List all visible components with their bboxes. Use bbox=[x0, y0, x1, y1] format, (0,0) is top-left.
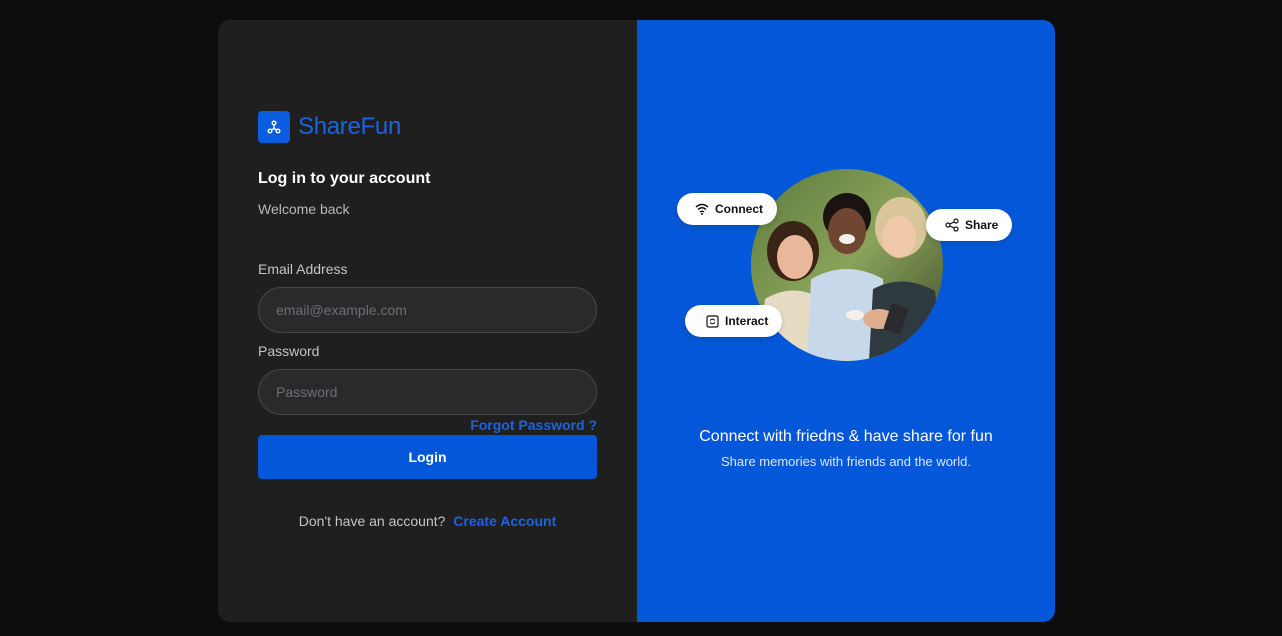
brand: ShareFun bbox=[258, 111, 401, 143]
signup-prompt: Don't have an account? bbox=[298, 513, 446, 529]
connect-label: Connect bbox=[715, 202, 763, 216]
signup-row: Don't have an account? Create Account bbox=[218, 513, 637, 529]
email-field[interactable] bbox=[258, 287, 597, 333]
promo-panel: Connect Share Interact Connect with frie… bbox=[637, 20, 1055, 622]
brand-name: ShareFun bbox=[298, 113, 401, 140]
promo-subtitle: Share memories with friends and the worl… bbox=[720, 454, 971, 469]
email-label: Email Address bbox=[258, 261, 348, 277]
share-icon bbox=[945, 218, 959, 232]
friends-photo bbox=[751, 169, 943, 361]
password-field[interactable] bbox=[258, 369, 597, 415]
forgot-password-link[interactable]: Forgot Password ? bbox=[470, 417, 597, 433]
page-subtitle: Welcome back bbox=[258, 201, 350, 217]
create-account-link[interactable]: Create Account bbox=[453, 513, 556, 529]
page-title: Log in to your account bbox=[258, 170, 431, 187]
interact-label: Interact bbox=[725, 314, 769, 328]
login-card: ShareFun Log in to your account Welcome … bbox=[218, 20, 1055, 622]
share-nodes-icon bbox=[258, 111, 290, 143]
connect-pill: Connect bbox=[677, 193, 777, 225]
interact-icon bbox=[706, 314, 719, 328]
share-label: Share bbox=[965, 218, 999, 232]
password-label: Password bbox=[258, 343, 320, 359]
interact-pill: Interact bbox=[685, 305, 783, 337]
login-panel: ShareFun Log in to your account Welcome … bbox=[218, 20, 637, 622]
share-pill: Share bbox=[926, 209, 1013, 241]
wifi-icon bbox=[695, 203, 709, 215]
promo-tagline: Connect with friedns & have share for fu… bbox=[699, 428, 993, 445]
login-button[interactable]: Login bbox=[258, 435, 597, 479]
